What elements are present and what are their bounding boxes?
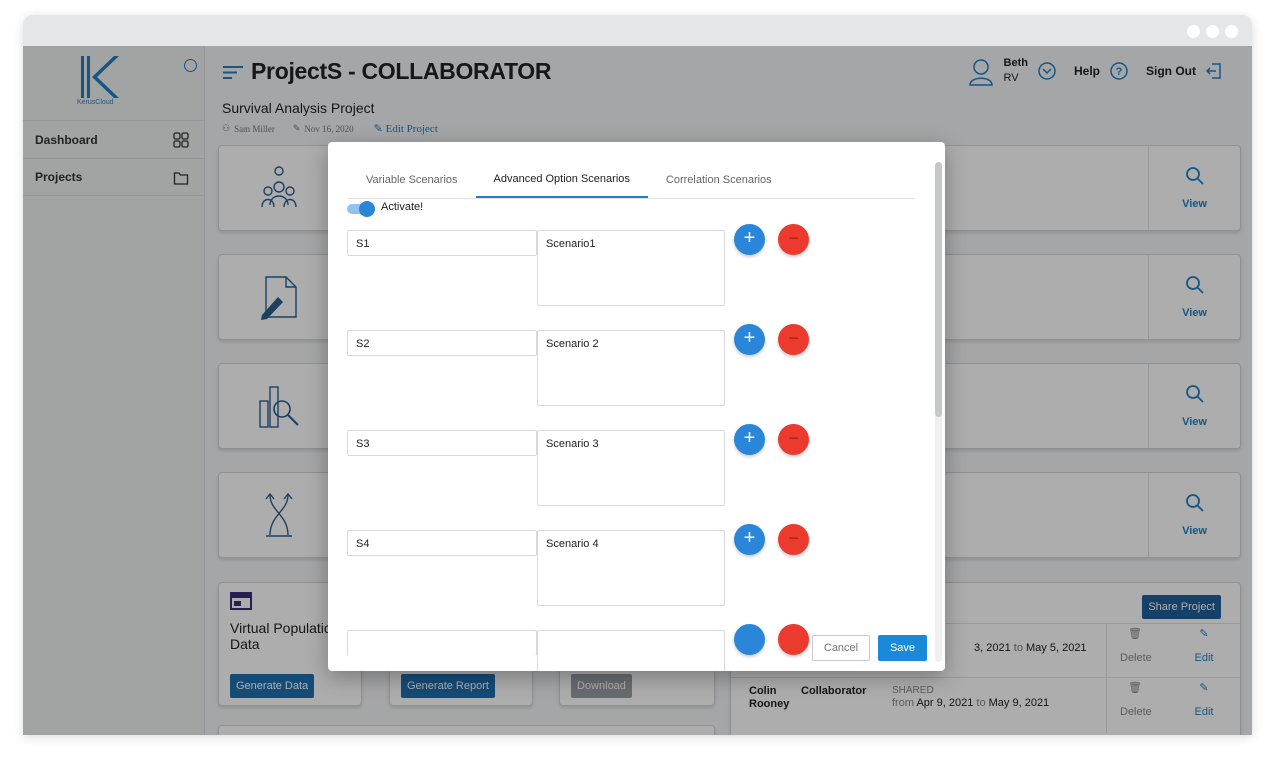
add-scenario-button[interactable]: + [734,324,765,355]
remove-scenario-button[interactable]: − [778,324,809,355]
activate-toggle[interactable] [347,201,375,217]
remove-scenario-button[interactable] [778,624,809,655]
modal-footer: Cancel Save [812,631,927,665]
scenario-description-textarea[interactable]: Scenario1 [537,230,725,306]
tab-correlation-scenarios[interactable]: Correlation Scenarios [648,162,790,198]
scenario-row: S1 Scenario1 + − [347,224,809,310]
scenario-row-partial [347,624,809,671]
scenario-row: S2 Scenario 2 + − [347,324,809,410]
scrollbar-thumb[interactable] [935,162,942,417]
scenario-name-input[interactable]: S4 [347,530,537,556]
remove-scenario-button[interactable]: − [778,424,809,455]
scenario-row: S3 Scenario 3 + − [347,424,809,510]
scenario-name-input[interactable] [347,630,537,656]
window-titlebar [23,15,1252,46]
scenario-name-input[interactable]: S3 [347,430,537,456]
tab-advanced-option-scenarios[interactable]: Advanced Option Scenarios [475,162,648,198]
add-scenario-button[interactable]: + [734,424,765,455]
scenario-description-textarea[interactable] [537,630,725,671]
add-scenario-button[interactable] [734,624,765,655]
activate-label: Activate! [381,201,424,213]
scenario-name-input[interactable]: S1 [347,230,537,256]
add-scenario-button[interactable]: + [734,224,765,255]
save-button[interactable]: Save [878,635,927,661]
modal-tabs: Variable Scenarios Advanced Option Scena… [348,162,915,199]
scenario-description-textarea[interactable]: Scenario 4 [537,530,725,606]
cancel-button[interactable]: Cancel [812,635,870,661]
remove-scenario-button[interactable]: − [778,524,809,555]
remove-scenario-button[interactable]: − [778,224,809,255]
add-scenario-button[interactable]: + [734,524,765,555]
scenario-name-input[interactable]: S2 [347,330,537,356]
scenarios-modal: Variable Scenarios Advanced Option Scena… [328,142,945,671]
scenario-row: S4 Scenario 4 + − [347,524,809,610]
scenario-description-textarea[interactable]: Scenario 2 [537,330,725,406]
tab-variable-scenarios[interactable]: Variable Scenarios [348,162,476,198]
scenario-description-textarea[interactable]: Scenario 3 [537,430,725,506]
window-controls[interactable] [1187,25,1238,38]
